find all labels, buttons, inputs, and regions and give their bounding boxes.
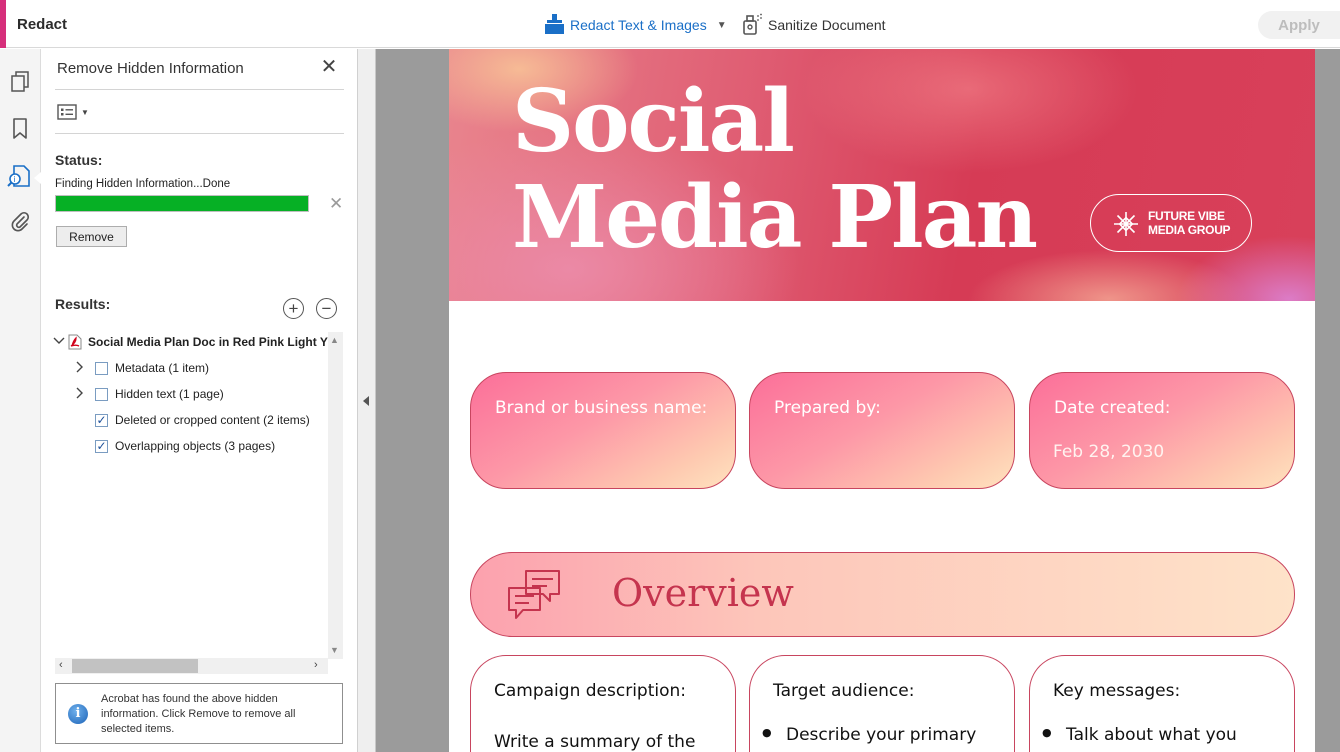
chevron-down-icon: ▼ xyxy=(81,107,89,117)
list-options-icon xyxy=(57,104,77,120)
paperclip-icon[interactable] xyxy=(7,209,33,235)
hidden-information-icon[interactable]: i xyxy=(7,163,33,189)
chevron-down-icon[interactable] xyxy=(53,336,65,348)
sanitize-label: Sanitize Document xyxy=(768,17,886,33)
progress-bar xyxy=(55,195,309,212)
key-messages-bullet[interactable]: Talk about what you xyxy=(1042,725,1237,745)
apply-button[interactable]: Apply xyxy=(1258,11,1340,39)
prepared-by-label: Prepared by: xyxy=(774,398,881,418)
chevron-right-icon[interactable] xyxy=(74,387,86,402)
pdf-file-icon xyxy=(68,334,82,350)
deleted-content-checkbox[interactable] xyxy=(95,413,108,427)
divider xyxy=(55,89,344,90)
top-toolbar: Redact Redact Text & Images ▼ Sanitize D… xyxy=(0,0,1340,48)
prepared-by-field[interactable]: Prepared by: xyxy=(749,372,1015,489)
close-icon[interactable]: ✕ xyxy=(319,57,339,78)
divider xyxy=(55,133,344,134)
tree-item-label: Metadata (1 item) xyxy=(115,361,210,375)
horizontal-scrollbar[interactable]: ‹ › xyxy=(55,658,328,674)
key-messages-card: Key messages: Talk about what you xyxy=(1029,655,1295,752)
tree-item-label: Hidden text (1 page) xyxy=(115,387,224,401)
document-title-line1: Social xyxy=(512,71,795,172)
panel-title: Remove Hidden Information xyxy=(57,60,244,77)
collapse-panel-icon[interactable] xyxy=(363,396,369,406)
options-menu-button[interactable]: ▼ xyxy=(57,103,93,121)
brand-name-label: Brand or business name: xyxy=(495,398,708,418)
date-created-value: Feb 28, 2030 xyxy=(1053,442,1165,462)
redact-text-images-button[interactable]: Redact Text & Images ▼ xyxy=(544,13,727,38)
brand-name-field[interactable]: Brand or business name: xyxy=(470,372,736,489)
info-icon: i xyxy=(68,704,88,724)
chevron-down-icon[interactable]: ▼ xyxy=(717,20,727,31)
brand-logo-badge: FUTURE VIBE MEDIA GROUP xyxy=(1090,194,1252,252)
brand-star-icon xyxy=(1114,212,1138,236)
progress-fill xyxy=(56,196,308,211)
campaign-description-card: Campaign description: Write a summary of… xyxy=(470,655,736,752)
document-viewport[interactable]: Social Media Plan FUTURE VIBE MEDIA GROU… xyxy=(376,49,1340,752)
chevron-right-icon[interactable] xyxy=(74,361,86,376)
tree-item-hidden-text[interactable]: Hidden text (1 page) xyxy=(74,384,224,404)
spray-bottle-icon xyxy=(741,13,768,38)
brand-name-line2: MEDIA GROUP xyxy=(1148,223,1231,237)
collapse-all-icon[interactable]: − xyxy=(316,298,337,319)
panel-collapse-bar[interactable] xyxy=(358,49,376,752)
bookmark-icon[interactable] xyxy=(7,116,33,142)
info-message-box: i Acrobat has found the above hidden inf… xyxy=(55,683,343,744)
active-tool-pointer xyxy=(34,172,41,184)
brand-name-line1: FUTURE VIBE xyxy=(1148,209,1225,223)
redact-label: Redact Text & Images xyxy=(570,17,707,33)
status-text: Finding Hidden Information...Done xyxy=(55,178,231,190)
scroll-left-icon[interactable]: ‹ xyxy=(59,659,63,671)
cancel-progress-icon[interactable]: ✕ xyxy=(329,195,343,212)
status-label: Status: xyxy=(55,152,103,168)
hero-banner: Social Media Plan FUTURE VIBE MEDIA GROU… xyxy=(449,49,1315,301)
svg-text:i: i xyxy=(13,175,15,184)
page-thumbnails-icon[interactable] xyxy=(7,69,33,95)
tree-item-overlapping-objects[interactable]: Overlapping objects (3 pages) xyxy=(95,436,275,456)
tree-root-label: Social Media Plan Doc in Red Pink Light … xyxy=(88,335,328,349)
key-messages-title: Key messages: xyxy=(1053,681,1181,701)
date-created-field[interactable]: Date created: Feb 28, 2030 xyxy=(1029,372,1295,489)
tree-item-label: Overlapping objects (3 pages) xyxy=(115,439,276,453)
metadata-checkbox[interactable] xyxy=(95,361,108,375)
scroll-right-icon[interactable]: › xyxy=(314,659,318,671)
redact-icon xyxy=(544,13,570,38)
accent-strip xyxy=(0,0,6,48)
document-title-line2: Media Plan xyxy=(512,167,1038,268)
target-audience-card: Target audience: Describe your primary xyxy=(749,655,1015,752)
hidden-text-checkbox[interactable] xyxy=(95,387,108,401)
document-page: Social Media Plan FUTURE VIBE MEDIA GROU… xyxy=(449,49,1315,752)
overview-title: Overview xyxy=(612,571,794,615)
target-audience-title: Target audience: xyxy=(773,681,915,701)
info-text: Acrobat has found the above hidden infor… xyxy=(101,693,296,735)
tool-title: Redact xyxy=(17,16,68,33)
campaign-description-title: Campaign description: xyxy=(494,681,686,701)
scrollbar-thumb[interactable] xyxy=(72,659,198,673)
remove-hidden-information-panel: Remove Hidden Information ✕ ▼ Status: Fi… xyxy=(41,49,358,752)
target-audience-bullet[interactable]: Describe your primary xyxy=(762,725,976,745)
tree-item-metadata[interactable]: Metadata (1 item) xyxy=(74,358,209,378)
chat-bubbles-icon xyxy=(508,570,560,619)
overview-banner: Overview xyxy=(470,552,1295,637)
date-created-label: Date created: xyxy=(1054,398,1171,418)
results-tree: Social Media Plan Doc in Red Pink Light … xyxy=(53,332,345,659)
vertical-scrollbar[interactable]: ▲ ▼ xyxy=(328,332,343,659)
overlapping-objects-checkbox[interactable] xyxy=(95,439,108,453)
remove-button[interactable]: Remove xyxy=(56,226,127,247)
tree-item-deleted-content[interactable]: Deleted or cropped content (2 items) xyxy=(95,410,310,430)
tree-root[interactable]: Social Media Plan Doc in Red Pink Light … xyxy=(53,332,328,352)
expand-all-icon[interactable]: + xyxy=(283,298,304,319)
tree-item-label: Deleted or cropped content (2 items) xyxy=(115,413,310,427)
sanitize-document-button[interactable]: Sanitize Document xyxy=(741,13,886,38)
left-navigation-rail: i xyxy=(0,49,41,752)
results-label: Results: xyxy=(55,296,111,312)
scroll-up-icon[interactable]: ▲ xyxy=(330,335,339,345)
campaign-description-text[interactable]: Write a summary of the xyxy=(494,732,695,752)
scroll-down-icon[interactable]: ▼ xyxy=(330,645,339,655)
